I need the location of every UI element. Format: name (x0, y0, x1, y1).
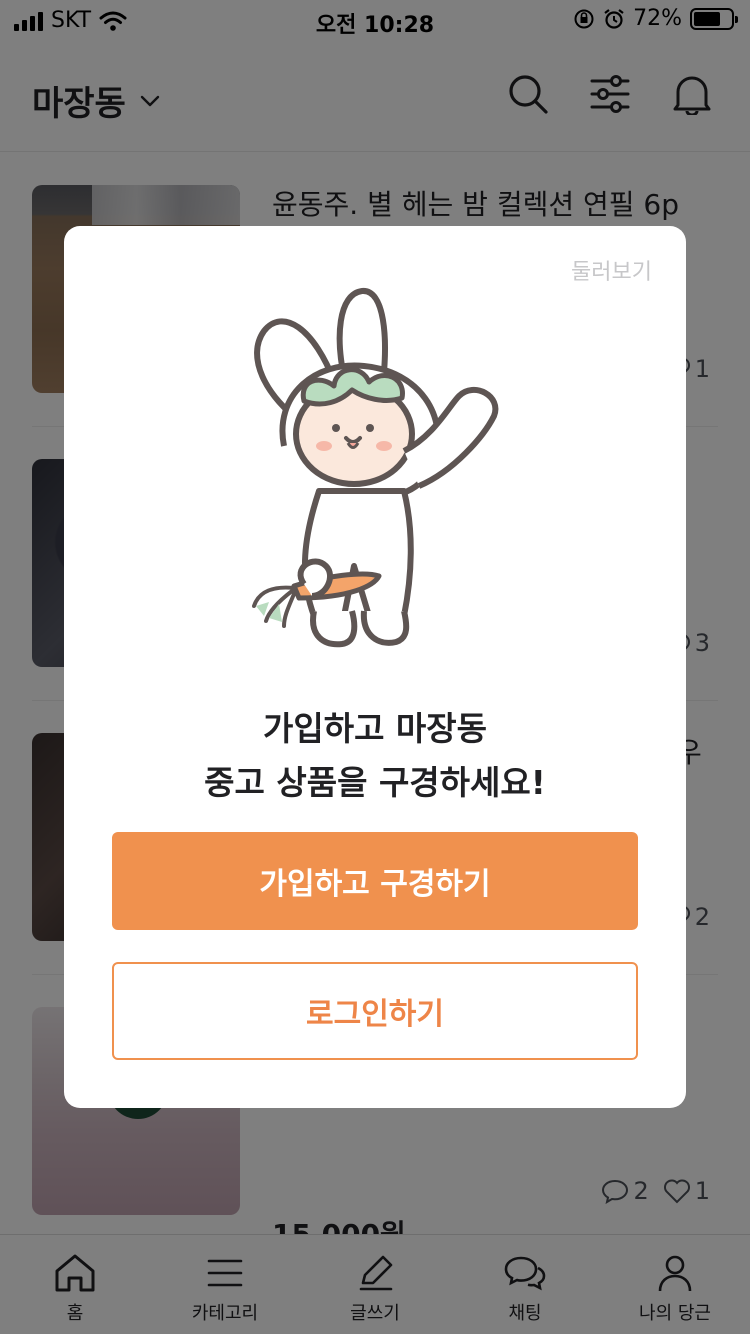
signup-modal: 둘러보기 가입하고 마장동 중고 상품을 구경하세요! 가입하고 구경하기 로그… (64, 226, 686, 1108)
modal-title-line-2: 중고 상품을 구경하세요! (204, 763, 546, 802)
login-button[interactable]: 로그인하기 (112, 962, 638, 1060)
rabbit-mascot-illustration (252, 288, 499, 648)
browse-button[interactable]: 둘러보기 (571, 254, 652, 286)
signup-button[interactable]: 가입하고 구경하기 (112, 832, 638, 930)
modal-title-line-1: 가입하고 마장동 (262, 709, 487, 748)
modal-title: 가입하고 마장동 중고 상품을 구경하세요! (64, 702, 686, 810)
